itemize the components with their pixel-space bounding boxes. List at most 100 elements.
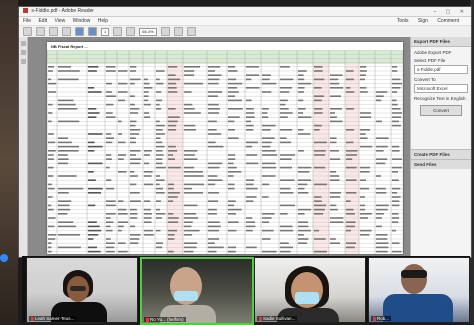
cell-text-mark: [106, 242, 115, 244]
cell-text-mark: [246, 74, 260, 76]
page-number-input[interactable]: 1: [101, 27, 110, 36]
cell-text-mark: [130, 242, 139, 244]
participant-tile[interactable]: Sadie Sullivan...: [254, 257, 366, 323]
cell-text-mark: [184, 154, 195, 156]
read-mode-icon[interactable]: [186, 27, 196, 36]
cell-text-mark: [88, 192, 102, 194]
panel-header[interactable]: Export PDF Files: [411, 37, 471, 47]
cell-text-mark: [280, 242, 289, 244]
cell-text-mark: [106, 95, 116, 97]
attachments-icon[interactable]: [20, 59, 26, 64]
cell-text-mark: [184, 225, 192, 228]
cell-text-mark: [280, 129, 293, 131]
cell-text-mark: [330, 87, 344, 89]
cell-text-mark: [184, 158, 198, 160]
cell-text-mark: [168, 74, 176, 76]
print-icon[interactable]: [49, 27, 58, 36]
cell-text-mark: [58, 137, 68, 139]
cell-text-mark: [298, 91, 304, 93]
zoom-out-icon[interactable]: [113, 27, 123, 36]
cell-text-mark: [246, 154, 258, 156]
face: [401, 264, 427, 294]
cell-text-mark: [376, 213, 384, 215]
cell-text-mark: [58, 213, 68, 215]
cell-text-mark: [130, 175, 138, 177]
up-arrow-icon[interactable]: [75, 27, 84, 36]
menu-help[interactable]: Help: [98, 18, 108, 24]
cell-text-mark: [298, 171, 310, 173]
menu-edit[interactable]: Edit: [38, 18, 47, 24]
cell-text-mark: [88, 187, 103, 190]
pages-icon[interactable]: [20, 41, 26, 46]
cell-text-mark: [156, 99, 163, 102]
cell-text-mark: [280, 158, 292, 160]
cell-text-mark: [360, 74, 366, 76]
vr-headset: [401, 270, 427, 278]
tab-tools[interactable]: Tools: [397, 18, 409, 24]
cell-text-mark: [168, 238, 175, 240]
open-icon[interactable]: [23, 27, 32, 36]
zoom-level-select[interactable]: 66.4%: [139, 27, 157, 36]
cell-text-mark: [184, 91, 192, 93]
cell-text-mark: [144, 112, 150, 114]
participant-tile[interactable]: Leah Samer-Teus...: [26, 257, 138, 323]
cell-text-mark: [376, 192, 387, 194]
cell-text-mark: [392, 99, 397, 102]
participant-tile-active[interactable]: Ro Yu... (he/him): [140, 257, 254, 325]
cell-text-mark: [130, 238, 140, 240]
cell-text-mark: [262, 129, 271, 131]
cell-text-mark: [228, 137, 239, 139]
recognize-text-label[interactable]: Recognize Text in English: [414, 96, 468, 101]
cell-text-mark: [130, 70, 137, 72]
cell-text-mark: [58, 162, 69, 165]
email-icon[interactable]: [62, 27, 71, 36]
cell-text-mark: [330, 208, 338, 211]
cell-text-mark: [392, 204, 400, 207]
fit-width-icon[interactable]: [173, 27, 183, 36]
video-gallery: Leah Samer-Teus... Ro Yu... (he/him) Sad…: [22, 256, 470, 325]
cell-text-mark: [314, 124, 322, 127]
cell-text-mark: [156, 154, 164, 156]
participant-tile[interactable]: Rob...: [368, 257, 470, 323]
cell-text-mark: [262, 175, 276, 177]
zoom-in-icon[interactable]: [126, 27, 136, 36]
menu-window[interactable]: Window: [73, 18, 91, 24]
menu-view[interactable]: View: [54, 18, 65, 24]
cell-text-mark: [168, 192, 180, 194]
file-field[interactable]: s-Fiddle.pdf: [414, 65, 468, 74]
cell-text-mark: [48, 183, 52, 186]
fit-page-icon[interactable]: [160, 27, 170, 36]
cell-text-mark: [106, 82, 112, 85]
cell-text-mark: [106, 179, 112, 181]
cell-text-mark: [168, 158, 175, 160]
format-dropdown[interactable]: Microsoft Excel: [414, 84, 468, 93]
window-controls[interactable]: – ▢ ✕: [434, 8, 468, 17]
cell-text-mark: [262, 250, 277, 253]
tab-comment[interactable]: Comment: [437, 18, 459, 24]
send-files-section[interactable]: Send Files: [411, 159, 471, 169]
cell-text-mark: [156, 133, 165, 135]
zoom-indicator-icon[interactable]: [0, 254, 8, 262]
cell-text-mark: [280, 91, 290, 93]
cell-text-mark: [298, 70, 307, 72]
bookmarks-icon[interactable]: [20, 50, 26, 55]
convert-button[interactable]: Convert: [420, 105, 462, 116]
glasses: [70, 286, 86, 291]
cell-text-mark: [228, 204, 235, 207]
cell-text-mark: [58, 158, 69, 160]
create-pdf-section[interactable]: Create PDF Files: [411, 149, 471, 159]
document-area[interactable]: NB Fiscal Report ...: [19, 37, 411, 257]
cell-text-mark: [280, 103, 286, 106]
cell-text-mark: [314, 154, 326, 156]
cell-text-mark: [298, 242, 308, 244]
down-arrow-icon[interactable]: [88, 27, 97, 36]
save-icon[interactable]: [36, 27, 45, 36]
cell-text-mark: [280, 204, 295, 207]
cell-text-mark: [208, 238, 220, 240]
cell-text-mark: [228, 78, 237, 81]
menu-file[interactable]: File: [23, 18, 31, 24]
tab-sign[interactable]: Sign: [418, 18, 428, 24]
cell-text-mark: [184, 246, 197, 249]
cell-text-mark: [360, 87, 367, 89]
cell-text-mark: [48, 158, 54, 160]
